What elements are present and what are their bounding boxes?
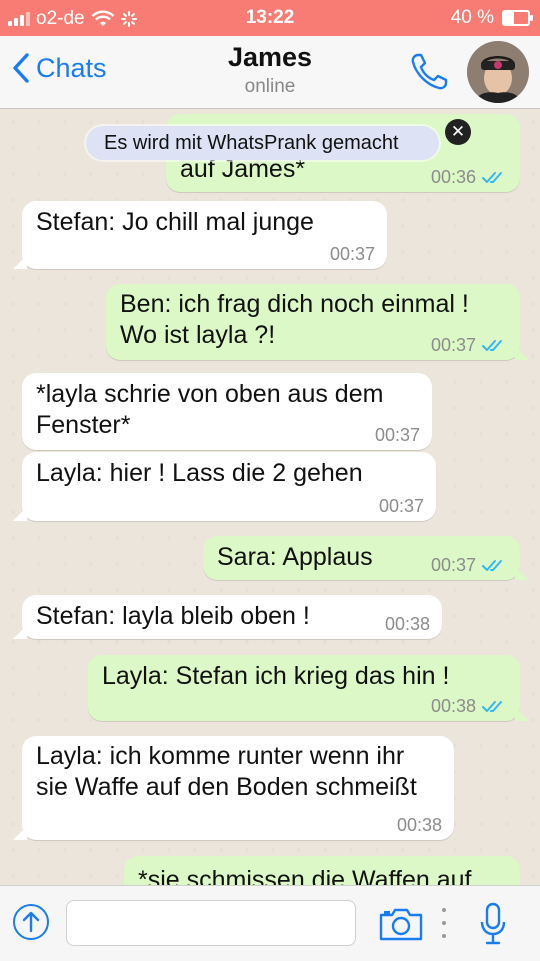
message-time: 00:38 [430,696,476,716]
message-text: Stefan: Jo chill mal junge [36,208,314,236]
chat-area[interactable]: auf James* 00:36 Es wird mit WhatsPrank … [0,109,540,885]
message-text: Stefan: layla bleib oben ! [36,602,310,630]
message-time: 00:38 [384,614,430,634]
message-text: Layla: ich komme runter wenn ihr sie Waf… [36,742,417,801]
message-bubble[interactable]: Layla: ich komme runter wenn ihr sie Waf… [13,736,454,840]
battery-percent: 40 % [450,7,494,28]
message-time: 00:37 [430,335,476,355]
message-bubble[interactable]: *layla schrie von oben aus dem Fenster* … [22,373,432,450]
contact-info[interactable]: James online [0,42,540,98]
read-ticks-icon [482,699,508,713]
message-text: Layla: Stefan ich krieg das hin ! [102,662,450,690]
message-text: *layla schrie von oben aus dem Fenster* [36,380,384,439]
read-ticks-icon [482,170,508,184]
message-bubble[interactable]: Sara: Applaus 00:37 [203,536,529,580]
message-bubble[interactable]: *sie schmissen die Waffen auf [124,856,520,885]
message-time: 00:37 [430,555,476,575]
message-bubble[interactable]: Layla: hier ! Lass die 2 gehen 00:37 [13,452,436,521]
battery-icon [502,10,533,26]
avatar[interactable] [467,41,529,103]
prank-banner: Es wird mit WhatsPrank gemacht [86,126,439,160]
call-button[interactable] [407,50,451,94]
message-time: 00:38 [396,815,442,835]
contact-name: James [227,42,313,72]
camera-icon[interactable] [378,906,424,942]
status-bar: o2-de 13:22 40 % [0,0,540,36]
message-text: Layla: hier ! Lass die 2 gehen [36,459,363,487]
message-time: 00:37 [329,244,375,264]
read-ticks-icon [482,338,508,352]
chat-header: Chats James online [0,36,540,109]
message-bubble[interactable]: Layla: Stefan ich krieg das hin ! 00:38 [88,655,529,721]
message-text: Sara: Applaus [217,543,373,571]
microphone-icon[interactable] [479,902,507,946]
contact-status: online [244,76,296,97]
avatar-icon [467,41,529,103]
send-up-icon[interactable] [13,904,49,940]
message-text: Ben: ich frag dich noch einmal ! Wo ist … [120,290,469,349]
message-input[interactable] [66,900,356,946]
input-bar [0,885,540,961]
message-time: 00:37 [374,425,420,445]
message-bubble[interactable]: Stefan: Jo chill mal junge 00:37 [13,201,387,269]
message-text: *sie schmissen die Waffen auf [138,866,472,885]
read-ticks-icon [482,558,508,572]
banner-text: Es wird mit WhatsPrank gemacht [104,132,399,154]
message-bubble[interactable]: Ben: ich frag dich noch einmal ! Wo ist … [106,284,529,360]
close-icon[interactable]: ✕ [445,119,471,145]
message-time: 00:36 [430,167,476,187]
message-time: 00:37 [378,496,424,516]
more-icon[interactable] [440,908,448,938]
phone-icon [411,53,448,90]
message-bubble[interactable]: Stefan: layla bleib oben ! 00:38 [13,595,442,639]
